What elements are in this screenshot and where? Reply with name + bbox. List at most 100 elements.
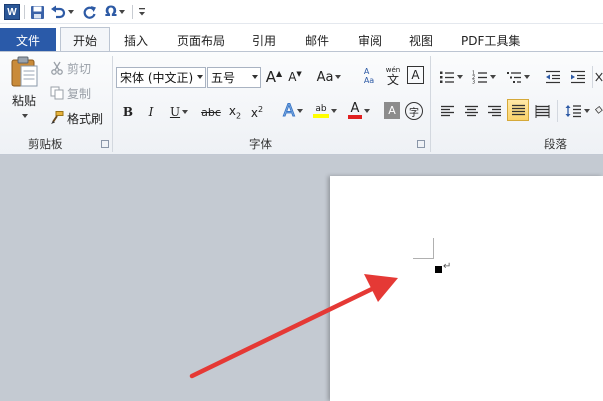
- align-right-button[interactable]: [485, 100, 503, 122]
- align-center-button[interactable]: [462, 100, 480, 122]
- redo-button[interactable]: [80, 3, 98, 21]
- font-size-combo[interactable]: 五号: [207, 67, 261, 88]
- word-logo-icon[interactable]: W: [4, 4, 20, 20]
- strikethrough-button[interactable]: abc: [200, 101, 222, 123]
- underline-button[interactable]: U: [166, 101, 192, 123]
- tab-view[interactable]: 视图: [409, 28, 433, 52]
- chevron-down-icon: [457, 75, 463, 79]
- phonetic-guide-button[interactable]: wén 文: [382, 64, 404, 88]
- toolbar-divider: [592, 66, 593, 88]
- font-group-label: 字体: [249, 137, 272, 151]
- chevron-down-icon: [583, 109, 590, 113]
- dialog-launcher-icon[interactable]: [417, 140, 425, 148]
- group-divider: [112, 56, 113, 152]
- chevron-down-icon: [182, 110, 189, 114]
- justify-button[interactable]: [507, 99, 529, 121]
- dialog-launcher-icon[interactable]: [101, 140, 109, 148]
- bullet-list-icon: [440, 71, 454, 83]
- document-workspace: ↵: [0, 156, 603, 401]
- customize-arrow-icon: [139, 8, 145, 16]
- chinese-layout-button[interactable]: [595, 66, 603, 88]
- paste-button[interactable]: 粘贴: [6, 56, 42, 118]
- multilevel-list-button[interactable]: [504, 66, 532, 88]
- underline-icon: U: [169, 105, 181, 119]
- align-right-icon: [487, 105, 501, 116]
- italic-button[interactable]: I: [143, 101, 159, 123]
- align-left-button[interactable]: [438, 100, 456, 122]
- document-page[interactable]: ↵: [330, 176, 603, 401]
- character-shading-icon: A: [388, 104, 396, 117]
- decrease-indent-button[interactable]: [544, 66, 562, 88]
- text-cursor: [435, 266, 442, 273]
- redo-icon: [83, 5, 96, 19]
- tab-review[interactable]: 审阅: [358, 28, 382, 52]
- format-painter-button[interactable]: 格式刷: [50, 108, 103, 128]
- omega-icon: Ω: [105, 4, 117, 20]
- distributed-align-button[interactable]: [533, 100, 551, 122]
- bullets-button[interactable]: [437, 66, 465, 88]
- bold-icon: B: [122, 105, 134, 119]
- increase-indent-icon: [571, 70, 585, 84]
- chevron-down-icon: [335, 75, 342, 79]
- line-spacing-icon: [565, 105, 581, 118]
- ribbon-tab-bar: 文件 开始 插入 页面布局 引用 邮件 审阅 视图 PDF工具集: [0, 24, 603, 53]
- distributed-align-icon: [535, 104, 549, 118]
- bold-button[interactable]: B: [120, 101, 136, 123]
- tab-pdf-tools[interactable]: PDF工具集: [461, 28, 520, 52]
- grow-font-icon: A▲: [265, 68, 283, 86]
- font-color-icon: A: [348, 102, 362, 119]
- toolbar-divider: [24, 5, 25, 19]
- text-effects-icon: A: [283, 101, 296, 122]
- character-shading-button[interactable]: A: [384, 102, 400, 119]
- subscript-icon: x2: [228, 103, 242, 121]
- save-button[interactable]: [28, 3, 46, 21]
- text-effects-button[interactable]: A: [280, 100, 306, 122]
- font-name-combo[interactable]: 宋体 (中文正): [116, 67, 206, 88]
- tab-insert[interactable]: 插入: [124, 28, 148, 52]
- undo-button[interactable]: [50, 3, 74, 21]
- subscript-button[interactable]: x2: [227, 101, 243, 123]
- shading-button[interactable]: [594, 100, 603, 122]
- chevron-down-icon: [490, 75, 496, 79]
- cut-label: 剪切: [67, 61, 92, 76]
- increase-indent-button[interactable]: [569, 66, 587, 88]
- tab-file[interactable]: 文件: [0, 28, 56, 52]
- ribbon: 粘贴 剪切 复制 格式刷 剪贴板 宋体 (中文正) 五号 A▲ A▼ Aa A …: [0, 51, 603, 155]
- multilevel-list-icon: [507, 72, 521, 83]
- save-icon: [30, 5, 44, 19]
- font-color-button[interactable]: A: [346, 100, 372, 122]
- insert-symbol-button[interactable]: Ω: [102, 3, 128, 21]
- numbering-button[interactable]: 1 2 3: [470, 66, 498, 88]
- tab-home[interactable]: 开始: [60, 27, 110, 53]
- change-case-button[interactable]: Aa: [316, 66, 342, 88]
- align-left-icon: [440, 105, 454, 116]
- shrink-font-button[interactable]: A▼: [286, 66, 304, 88]
- superscript-icon: x2: [250, 104, 264, 120]
- chevron-down-icon: [331, 109, 337, 113]
- customize-toolbar-button[interactable]: [136, 3, 148, 21]
- format-painter-label: 格式刷: [67, 111, 104, 126]
- cut-button[interactable]: 剪切: [50, 58, 91, 78]
- align-justify-icon: [511, 104, 525, 115]
- grow-font-button[interactable]: A▲: [265, 66, 283, 88]
- clear-formatting-icon: A Aa: [363, 67, 375, 85]
- enclose-characters-button[interactable]: 字: [405, 102, 423, 120]
- copy-button[interactable]: 复制: [50, 83, 91, 103]
- paragraph-mark-icon: ↵: [443, 261, 452, 272]
- chevron-down-icon: [22, 114, 28, 118]
- tab-page-layout[interactable]: 页面布局: [177, 28, 225, 52]
- align-center-icon: [464, 105, 478, 116]
- superscript-button[interactable]: x2: [249, 101, 265, 123]
- character-border-button[interactable]: A: [407, 66, 424, 84]
- font-name-value: 宋体 (中文正): [120, 71, 194, 85]
- clear-formatting-button[interactable]: A Aa: [360, 64, 378, 88]
- highlight-button[interactable]: ab: [311, 100, 339, 122]
- quick-access-toolbar: W Ω: [0, 0, 603, 24]
- tab-mailings[interactable]: 邮件: [305, 28, 329, 52]
- paste-label: 粘贴: [11, 94, 36, 108]
- tab-references[interactable]: 引用: [252, 28, 276, 52]
- chevron-down-icon: [524, 75, 530, 79]
- line-spacing-button[interactable]: [563, 100, 591, 122]
- decrease-indent-icon: [546, 70, 560, 84]
- shrink-font-icon: A▼: [288, 70, 302, 84]
